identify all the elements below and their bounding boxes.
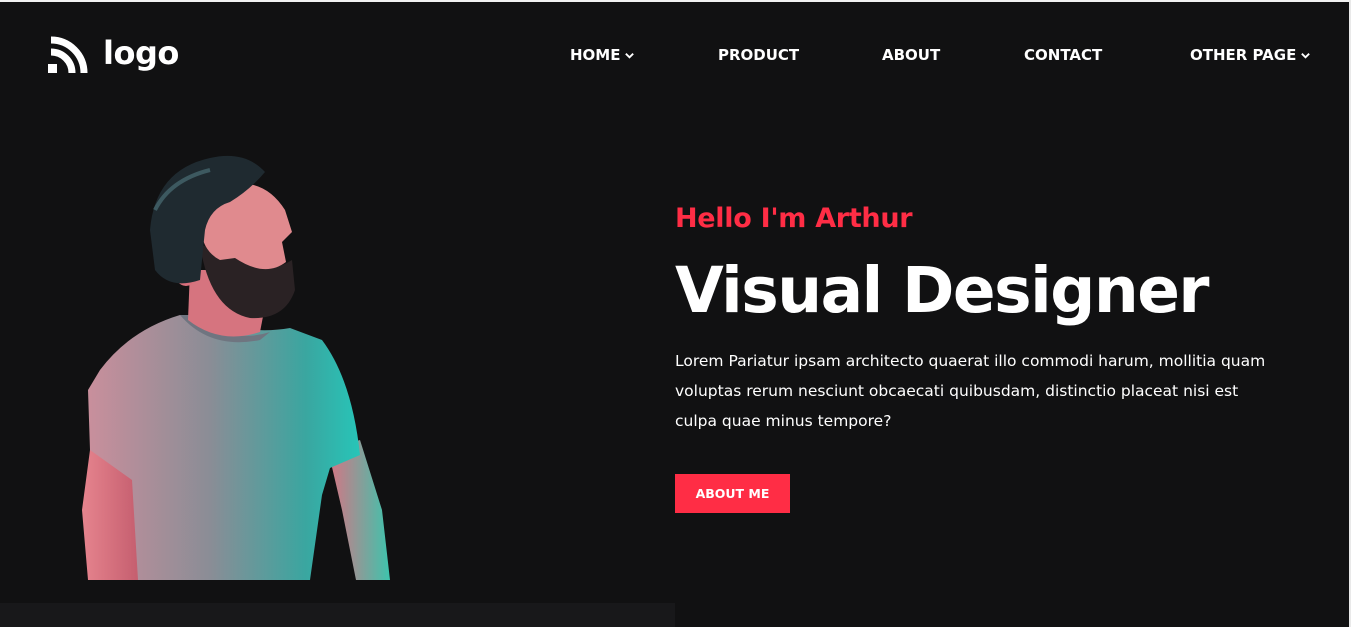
nav-item-label: CONTACT bbox=[1024, 46, 1103, 64]
hero-section: Hello I'm Arthur Visual Designer Lorem P… bbox=[675, 200, 1295, 513]
site-header: logo HOME PRODUCT ABOUT CONTACT OTHER PA… bbox=[0, 2, 1349, 102]
nav-item-about[interactable]: ABOUT bbox=[882, 46, 940, 64]
chevron-down-icon bbox=[1301, 52, 1311, 59]
nav-item-label: OTHER PAGE bbox=[1190, 46, 1297, 64]
nav-item-home[interactable]: HOME bbox=[570, 46, 635, 64]
next-section-strip bbox=[0, 603, 675, 627]
nav-item-label: PRODUCT bbox=[718, 46, 800, 64]
main-nav: HOME PRODUCT ABOUT CONTACT OTHER PAGE bbox=[0, 46, 1349, 66]
nav-item-label: HOME bbox=[570, 46, 621, 64]
about-me-button[interactable]: ABOUT ME bbox=[675, 474, 790, 513]
nav-item-label: ABOUT bbox=[882, 46, 941, 64]
hero-headline: Visual Designer bbox=[675, 254, 1210, 327]
chevron-down-icon bbox=[625, 52, 635, 59]
nav-item-contact[interactable]: CONTACT bbox=[1024, 46, 1102, 64]
nav-item-other-page[interactable]: OTHER PAGE bbox=[1190, 46, 1311, 64]
hero-description: Lorem Pariatur ipsam architecto quaerat … bbox=[675, 352, 1266, 430]
portrait-image bbox=[82, 155, 390, 580]
hero-greeting: Hello I'm Arthur bbox=[675, 203, 913, 234]
nav-item-product[interactable]: PRODUCT bbox=[718, 46, 799, 64]
